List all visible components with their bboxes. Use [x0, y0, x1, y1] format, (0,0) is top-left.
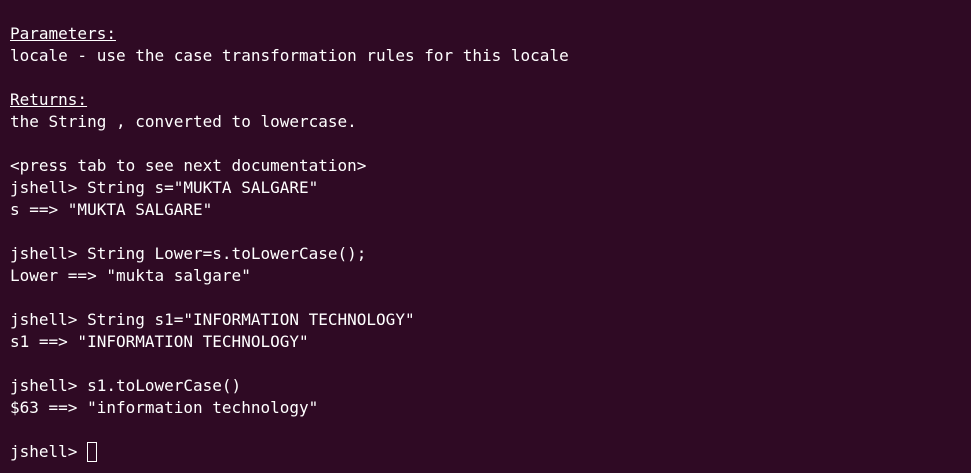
press-tab-hint: <press tab to see next documentation>: [10, 156, 367, 175]
terminal-line: s ==> "MUKTA SALGARE": [10, 200, 213, 219]
prompt-text: jshell>: [10, 442, 88, 461]
terminal-window[interactable]: Parameters: locale - use the case transf…: [0, 0, 971, 473]
terminal-line: jshell> String s="MUKTA SALGARE": [10, 178, 319, 197]
doc-parameters-heading: Parameters:: [10, 24, 116, 43]
text-cursor[interactable]: [87, 442, 98, 462]
terminal-line: jshell> String s1="INFORMATION TECHNOLOG…: [10, 310, 415, 329]
doc-parameters-text: locale - use the case transformation rul…: [10, 46, 569, 65]
active-prompt-line[interactable]: jshell>: [10, 441, 971, 463]
terminal-line: s1 ==> "INFORMATION TECHNOLOGY": [10, 332, 309, 351]
doc-returns-heading: Returns:: [10, 90, 88, 109]
terminal-line: $63 ==> "information technology": [10, 398, 319, 417]
terminal-line: Lower ==> "mukta salgare": [10, 266, 251, 285]
doc-returns-text: the String , converted to lowercase.: [10, 112, 357, 131]
terminal-line: jshell> s1.toLowerCase(): [10, 376, 242, 395]
terminal-line: jshell> String Lower=s.toLowerCase();: [10, 244, 367, 263]
